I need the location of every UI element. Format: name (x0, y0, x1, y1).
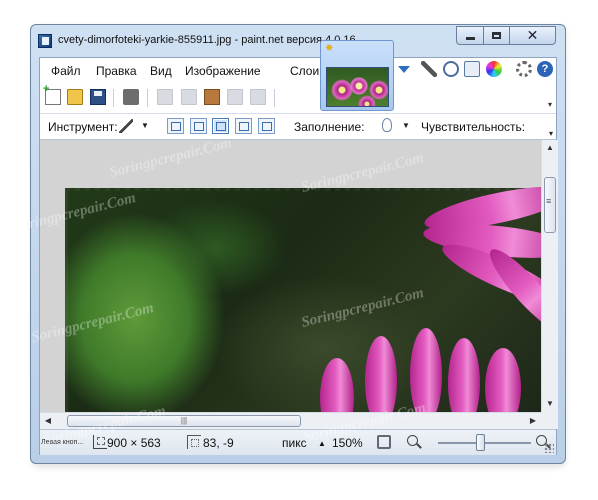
title-bar[interactable]: cvety-dimorfoteki-yarkie-855911.jpg - pa… (31, 25, 565, 57)
image-size: 900 × 563 (107, 436, 161, 450)
horizontal-scroll-thumb[interactable]: ||| (67, 415, 301, 427)
menu-image[interactable]: Изображение (185, 64, 261, 78)
selection-mode-xor-icon[interactable] (258, 118, 275, 134)
selection-mode-exclude-icon[interactable] (212, 118, 229, 134)
menu-bar: Файл Правка Вид Изображение Слои ? (40, 58, 556, 82)
toolbar-divider (147, 89, 148, 107)
canvas-area[interactable] (40, 140, 541, 412)
zoom-slider-thumb[interactable] (476, 434, 486, 451)
scroll-left-icon[interactable]: ◀ (40, 413, 56, 429)
paste-icon[interactable] (204, 89, 220, 105)
zoom-level[interactable]: 150% (332, 436, 363, 450)
deselect-icon[interactable] (250, 89, 266, 105)
resize-grip[interactable] (544, 443, 554, 453)
selection-mode-replace-icon[interactable] (167, 118, 184, 134)
selection-mode-union-icon[interactable] (190, 118, 207, 134)
tool-label: Инструмент: (48, 120, 118, 134)
main-toolbar: ▾ (40, 82, 556, 114)
fill-dropdown-icon[interactable]: ▼ (402, 121, 410, 130)
units-dropdown-icon[interactable]: ▲ (318, 439, 326, 448)
flower-petal (410, 328, 442, 412)
unsaved-star-icon: ✸ (325, 43, 334, 54)
scrollbar-corner (541, 412, 558, 429)
menu-file[interactable]: Файл (51, 64, 81, 78)
zoom-out-icon[interactable] (407, 435, 418, 446)
thumbnail-image[interactable] (326, 67, 389, 107)
image-thumbnail-tab[interactable]: ✸ (320, 40, 394, 111)
client-area: Файл Правка Вид Изображение Слои ? + ▾ И… (39, 57, 558, 455)
layers-icon[interactable] (464, 61, 480, 77)
new-file-icon[interactable] (43, 83, 61, 105)
history-icon[interactable] (443, 61, 459, 77)
flood-mode-icon[interactable] (382, 118, 392, 132)
horizontal-scrollbar[interactable]: ◀ ||| ▶ (40, 412, 541, 429)
cut-icon[interactable] (157, 89, 173, 105)
window-title: cvety-dimorfoteki-yarkie-855911.jpg - pa… (58, 34, 356, 46)
zoom-to-window-icon[interactable] (377, 435, 391, 449)
minimize-icon (465, 37, 475, 40)
status-bar: Левая кноп... 900 × 563 83, -9 пикс ▲ 15… (40, 429, 556, 455)
flower-petal (320, 358, 354, 412)
scroll-right-icon[interactable]: ▶ (525, 413, 541, 429)
image-size-icon (93, 435, 107, 449)
tools-icon[interactable] (421, 61, 437, 77)
print-icon[interactable] (123, 89, 139, 105)
minimize-button[interactable] (456, 26, 484, 45)
toolbar-divider (113, 89, 114, 107)
crop-to-selection-icon[interactable] (227, 89, 243, 105)
fill-label: Заполнение: (294, 120, 365, 134)
close-icon: ✕ (526, 27, 539, 43)
open-file-icon[interactable] (67, 89, 83, 105)
save-icon[interactable] (90, 89, 106, 105)
status-hint: Левая кноп... (41, 439, 84, 446)
colors-icon[interactable] (486, 61, 502, 77)
units-selector[interactable]: пикс (282, 436, 307, 450)
tool-dropdown-icon[interactable]: ▼ (141, 121, 149, 130)
menu-view[interactable]: Вид (150, 64, 172, 78)
cursor-position-icon (187, 435, 201, 449)
scroll-up-icon[interactable]: ▲ (542, 140, 558, 156)
vertical-scroll-thumb[interactable] (544, 177, 556, 233)
magic-wand-icon[interactable] (119, 119, 133, 133)
toolbar-overflow-icon[interactable]: ▾ (548, 100, 552, 109)
paintnet-app-icon[interactable] (38, 34, 52, 48)
settings-gear-icon[interactable] (516, 61, 532, 77)
scroll-down-icon[interactable]: ▼ (542, 396, 558, 412)
maximize-button[interactable] (483, 26, 510, 45)
sensitivity-label: Чувствительность: (421, 120, 526, 134)
close-button[interactable]: ✕ (509, 26, 556, 45)
help-icon[interactable]: ? (537, 61, 553, 77)
paintnet-window: cvety-dimorfoteki-yarkie-855911.jpg - pa… (30, 24, 566, 464)
flower-petal (485, 348, 521, 412)
image-canvas[interactable] (65, 177, 541, 412)
tool-options-bar: Инструмент: ▼ Заполнение: ▼ Чувствительн… (40, 114, 556, 140)
flower-petal (448, 338, 480, 412)
adjustments-dropdown-icon[interactable] (398, 66, 410, 73)
toolbar-divider (274, 89, 275, 107)
copy-icon[interactable] (181, 89, 197, 105)
menu-edit[interactable]: Правка (96, 64, 137, 78)
flower-petal (365, 336, 397, 412)
menu-layers[interactable]: Слои (290, 64, 319, 78)
vertical-scrollbar[interactable]: ▲ ▼ (541, 140, 558, 412)
cursor-position: 83, -9 (203, 436, 234, 450)
selection-mode-intersect-icon[interactable] (235, 118, 252, 134)
options-overflow-icon[interactable]: ▾ (549, 129, 553, 138)
maximize-icon (492, 32, 501, 39)
